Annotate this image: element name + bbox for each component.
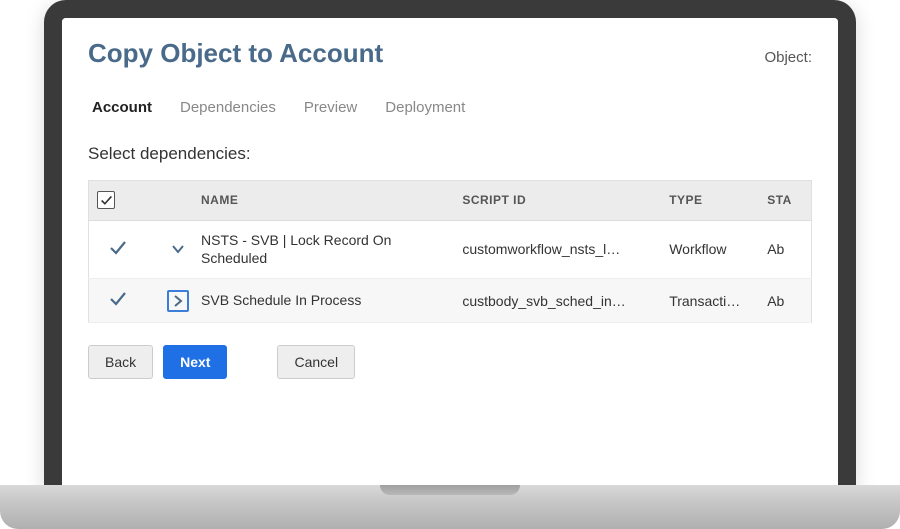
check-icon [100,194,113,207]
col-header-type: TYPE [661,181,759,221]
table-row: SVB Schedule In Process custbody_svb_sch… [89,279,812,323]
tabs: Account Dependencies Preview Deployment [88,99,812,120]
cancel-button[interactable]: Cancel [277,345,355,379]
object-label: Object: [764,49,812,66]
check-icon [108,289,128,309]
button-row: Back Next Cancel [88,345,812,379]
row-type: Workflow [661,220,759,279]
header-row: Copy Object to Account Object: [88,38,812,69]
row-name: SVB Schedule In Process [201,291,361,310]
app-screen: Copy Object to Account Object: Account D… [62,18,838,489]
chevron-right-icon [171,294,185,308]
col-header-select [89,181,148,221]
tab-deployment[interactable]: Deployment [385,99,465,120]
row-status: Ab [759,220,811,279]
row-type: Transacti… [661,279,759,323]
col-header-expand [147,181,193,221]
tab-dependencies[interactable]: Dependencies [180,99,276,120]
row-status: Ab [759,279,811,323]
table-row: NSTS - SVB | Lock Record On Scheduled cu… [89,220,812,279]
tab-account[interactable]: Account [92,99,152,120]
row-scriptid: custbody_svb_sched_in… [454,279,661,323]
check-icon [108,238,128,258]
page-title: Copy Object to Account [88,38,383,69]
row-checkbox[interactable] [108,245,128,261]
expand-toggle[interactable] [167,238,189,260]
row-scriptid: customworkflow_nsts_l… [454,220,661,279]
back-button[interactable]: Back [88,345,153,379]
section-label: Select dependencies: [88,144,812,164]
next-button[interactable]: Next [163,345,227,379]
row-name: NSTS - SVB | Lock Record On Scheduled [201,231,446,269]
dependencies-table: NAME SCRIPT ID TYPE STA [88,180,812,323]
col-header-name: NAME [193,181,454,221]
tab-preview[interactable]: Preview [304,99,357,120]
col-header-scriptid: SCRIPT ID [454,181,661,221]
chevron-down-icon [171,242,185,256]
laptop-base [0,485,900,529]
select-all-checkbox[interactable] [97,191,115,209]
row-checkbox[interactable] [108,296,128,312]
col-header-status: STA [759,181,811,221]
expand-toggle[interactable] [167,290,189,312]
laptop-frame: Copy Object to Account Object: Account D… [44,0,856,489]
